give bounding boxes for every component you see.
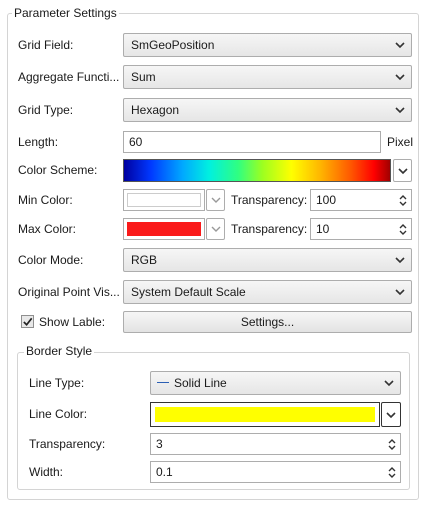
solid-line-icon — [157, 382, 169, 383]
min-color-label: Min Color: — [18, 193, 73, 207]
color-scheme-gradient[interactable] — [123, 159, 391, 182]
max-color-picker[interactable] — [123, 218, 205, 240]
color-mode-combo[interactable]: RGB — [123, 248, 412, 272]
line-color-dropdown-button[interactable] — [381, 402, 401, 427]
aggregate-function-label: Aggregate Functi... — [18, 70, 120, 84]
chevron-down-icon — [395, 257, 405, 264]
border-style-title: Border Style — [24, 344, 95, 358]
max-transparency-value: 10 — [316, 222, 330, 236]
min-transparency-spinbox[interactable]: 100 — [310, 189, 412, 211]
original-point-value: System Default Scale — [131, 285, 246, 299]
line-color-picker[interactable] — [150, 402, 380, 427]
length-input[interactable]: 60 — [123, 131, 381, 153]
min-color-dropdown-button[interactable] — [206, 189, 225, 211]
spin-arrows-icon[interactable] — [398, 222, 408, 237]
settings-button[interactable]: Settings... — [123, 311, 412, 333]
border-width-spinbox[interactable]: 0.1 — [150, 461, 401, 483]
line-color-label: Line Color: — [29, 407, 88, 421]
chevron-down-icon — [395, 107, 405, 114]
chevron-down-icon — [211, 197, 221, 203]
max-color-label: Max Color: — [18, 222, 77, 236]
chevron-down-icon — [384, 380, 394, 387]
line-color-swatch — [155, 407, 375, 422]
min-transparency-value: 100 — [316, 193, 337, 207]
chevron-down-icon — [395, 74, 405, 81]
grid-field-value: SmGeoPosition — [131, 38, 215, 52]
max-color-dropdown-button[interactable] — [206, 218, 225, 240]
length-unit: Pixel — [387, 135, 414, 149]
border-width-value: 0.1 — [156, 465, 173, 479]
parameter-settings-title: Parameter Settings — [12, 6, 119, 20]
line-type-label: Line Type: — [29, 376, 85, 390]
min-color-picker[interactable] — [123, 189, 205, 211]
color-scheme-dropdown-button[interactable] — [393, 159, 412, 182]
spin-arrows-icon[interactable] — [398, 193, 408, 208]
min-transparency-label: Transparency: — [231, 193, 308, 207]
color-scheme-label: Color Scheme: — [18, 163, 98, 177]
grid-field-combo[interactable]: SmGeoPosition — [123, 33, 412, 57]
chevron-down-icon — [395, 42, 405, 49]
original-point-label: Original Point Vis... — [18, 285, 120, 299]
border-transparency-spinbox[interactable]: 3 — [150, 433, 401, 455]
color-mode-label: Color Mode: — [18, 253, 84, 267]
chevron-down-icon — [398, 168, 408, 175]
grid-field-label: Grid Field: — [18, 38, 74, 52]
length-label: Length: — [18, 135, 59, 149]
show-label-checkbox[interactable] — [21, 315, 34, 328]
length-value: 60 — [129, 135, 143, 149]
max-color-swatch — [127, 222, 201, 236]
aggregate-function-combo[interactable]: Sum — [123, 65, 412, 89]
show-label-label: Show Lable: — [39, 315, 106, 329]
line-type-combo[interactable]: Solid Line — [150, 371, 401, 395]
border-width-label: Width: — [29, 465, 64, 479]
grid-type-combo[interactable]: Hexagon — [123, 98, 412, 122]
min-color-swatch — [127, 193, 201, 207]
aggregate-function-value: Sum — [131, 70, 156, 84]
max-transparency-spinbox[interactable]: 10 — [310, 218, 412, 240]
line-type-value: Solid Line — [174, 376, 227, 390]
grid-type-label: Grid Type: — [18, 103, 74, 117]
original-point-combo[interactable]: System Default Scale — [123, 280, 412, 304]
color-mode-value: RGB — [131, 253, 158, 267]
border-transparency-value: 3 — [156, 437, 163, 451]
border-transparency-label: Transparency: — [29, 437, 106, 451]
chevron-down-icon — [386, 412, 396, 419]
checkmark-icon — [23, 317, 33, 327]
chevron-down-icon — [395, 289, 405, 296]
grid-type-value: Hexagon — [131, 103, 180, 117]
chevron-down-icon — [211, 226, 221, 232]
spin-arrows-icon[interactable] — [387, 437, 397, 452]
spin-arrows-icon[interactable] — [387, 465, 397, 480]
max-transparency-label: Transparency: — [231, 222, 308, 236]
